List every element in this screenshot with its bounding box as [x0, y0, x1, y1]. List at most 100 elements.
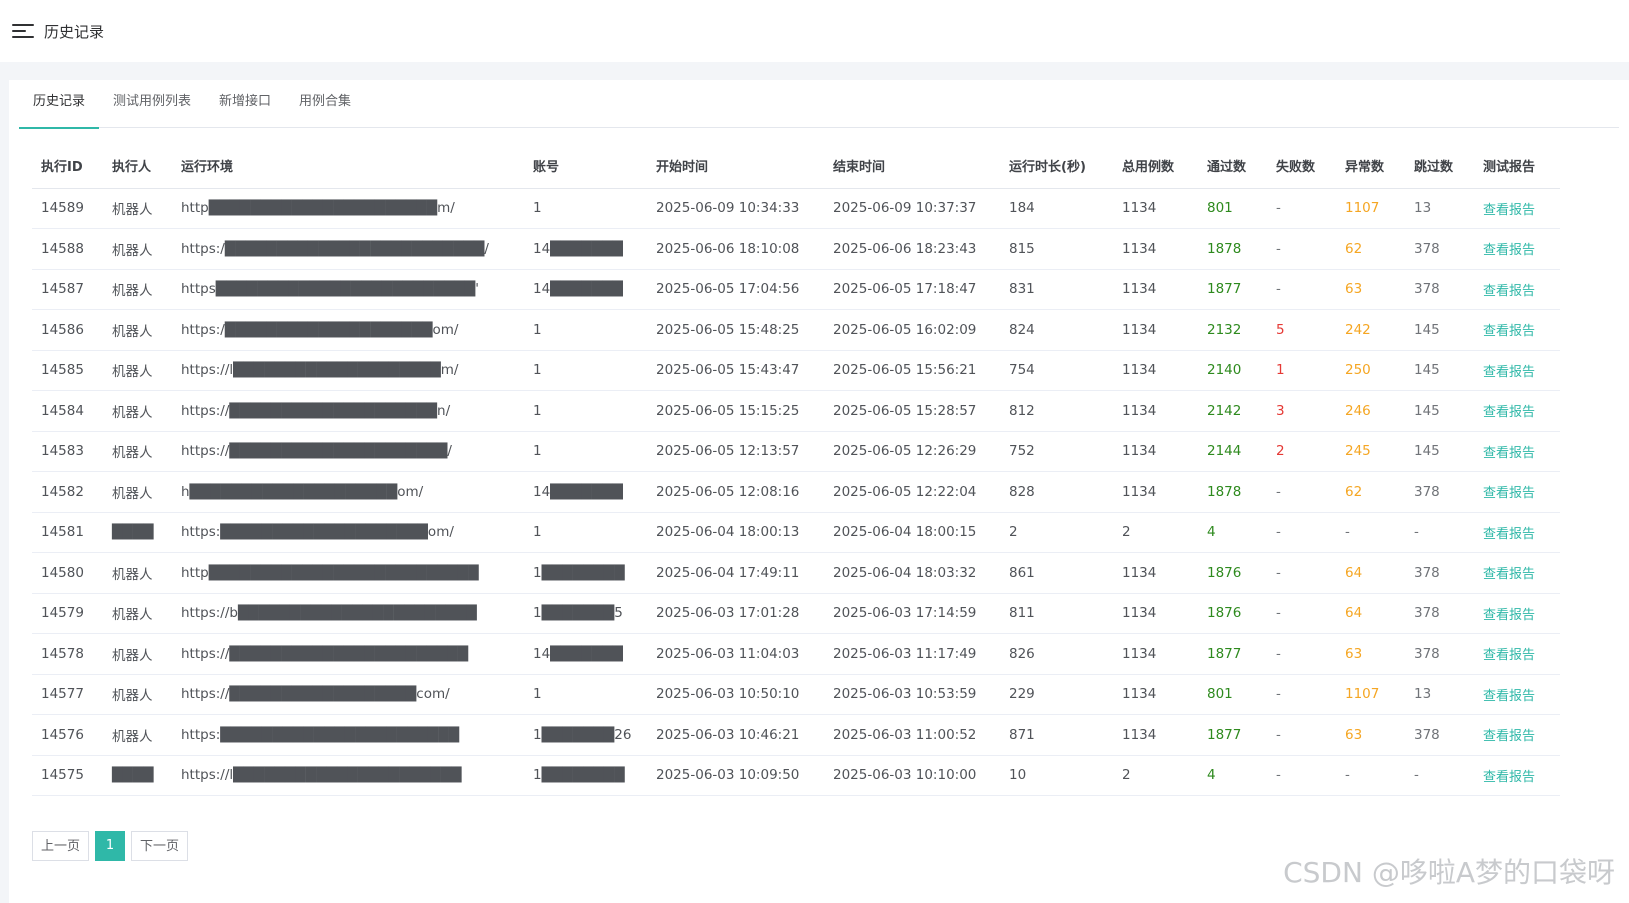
cell-executor: 机器人 [103, 593, 172, 634]
view-report-link[interactable]: 查看报告 [1483, 446, 1535, 461]
cell-error-count: 64 [1336, 593, 1405, 634]
cell-start-time: 2025-06-05 15:48:25 [647, 309, 824, 351]
cell-error-count: 62 [1336, 471, 1405, 513]
cell-error-count: 1107 [1336, 674, 1405, 715]
cell-start-time: 2025-06-03 17:01:28 [647, 593, 824, 634]
cell-start-time: 2025-06-04 17:49:11 [647, 552, 824, 594]
cell-executor: 机器人 [103, 350, 172, 391]
cell-exec-id: 14589 [32, 188, 103, 229]
cell-duration: 831 [1000, 269, 1113, 310]
cell-run-env: https://l████████████████████m/ [172, 350, 524, 391]
cell-start-time: 2025-06-06 18:10:08 [647, 228, 824, 270]
cell-run-env: https://b███████████████████████ [172, 593, 524, 634]
cell-failed-count: - [1267, 755, 1336, 796]
view-report-link[interactable]: 查看报告 [1483, 486, 1535, 501]
cell-account: 1 [524, 512, 647, 553]
cell-end-time: 2025-06-05 12:22:04 [824, 471, 1000, 513]
tab-add-api[interactable]: 新增接口 [205, 80, 285, 128]
view-report-link[interactable]: 查看报告 [1483, 405, 1535, 420]
cell-start-time: 2025-06-03 11:04:03 [647, 633, 824, 675]
cell-report-link: 查看报告 [1474, 188, 1560, 229]
cell-account: 14███████ [524, 269, 647, 310]
cell-exec-id: 14575 [32, 755, 103, 796]
view-report-link[interactable]: 查看报告 [1483, 770, 1535, 785]
cell-executor: ████ [103, 512, 172, 553]
table-row: 14588 机器人 https:/█████████████████████████… [32, 228, 1560, 270]
column-header: 运行环境 [172, 144, 524, 189]
cell-duration: 812 [1000, 390, 1113, 432]
cell-error-count: 245 [1336, 431, 1405, 472]
cell-run-env: https:/████████████████████om/ [172, 309, 524, 351]
cell-duration: 815 [1000, 228, 1113, 270]
cell-skipped-count: 378 [1405, 228, 1474, 270]
cell-run-env: http██████████████████████████ [172, 552, 524, 594]
view-report-link[interactable]: 查看报告 [1483, 608, 1535, 623]
cell-total-cases: 1134 [1113, 431, 1198, 472]
view-report-link[interactable]: 查看报告 [1483, 527, 1535, 542]
column-header: 测试报告 [1474, 144, 1560, 189]
cell-report-link: 查看报告 [1474, 431, 1560, 472]
cell-executor: 机器人 [103, 633, 172, 675]
cell-passed-count: 1876 [1198, 593, 1267, 634]
cell-error-count: 63 [1336, 714, 1405, 756]
next-page-button[interactable]: 下一页 [131, 831, 189, 861]
cell-skipped-count: - [1405, 755, 1474, 796]
cell-end-time: 2025-06-09 10:37:37 [824, 188, 1000, 229]
view-report-link[interactable]: 查看报告 [1483, 203, 1535, 218]
cell-end-time: 2025-06-03 10:53:59 [824, 674, 1000, 715]
column-header: 结束时间 [824, 144, 1000, 189]
tab-case-collection[interactable]: 用例合集 [285, 80, 365, 128]
cell-run-env: h████████████████████om/ [172, 471, 524, 513]
cell-run-env: https:████████████████████om/ [172, 512, 524, 553]
menu-icon[interactable] [12, 23, 34, 39]
view-report-link[interactable]: 查看报告 [1483, 365, 1535, 380]
cell-account: 1 [524, 188, 647, 229]
cell-failed-count: - [1267, 471, 1336, 513]
cell-run-env: https://l██████████████████████ [172, 755, 524, 796]
cell-end-time: 2025-06-05 16:02:09 [824, 309, 1000, 351]
table-row: 14581 ████ https:████████████████████om/1 2… [32, 512, 1560, 553]
cell-account: 1 [524, 674, 647, 715]
tab-history[interactable]: 历史记录 [19, 80, 100, 129]
column-header: 异常数 [1336, 144, 1405, 189]
tab-test-cases[interactable]: 测试用例列表 [99, 80, 205, 128]
cell-report-link: 查看报告 [1474, 228, 1560, 270]
cell-passed-count: 4 [1198, 512, 1267, 553]
column-header: 失败数 [1267, 144, 1336, 189]
cell-exec-id: 14578 [32, 633, 103, 675]
cell-error-count: 64 [1336, 552, 1405, 594]
cell-end-time: 2025-06-04 18:00:15 [824, 512, 1000, 553]
cell-passed-count: 1877 [1198, 714, 1267, 756]
cell-passed-count: 1876 [1198, 552, 1267, 594]
cell-report-link: 查看报告 [1474, 593, 1560, 634]
cell-total-cases: 1134 [1113, 471, 1198, 513]
cell-run-env: https://████████████████████n/ [172, 390, 524, 432]
table-header-row: 执行ID 执行人 运行环境 账号 开始时间 结束时间 运行时长(秒) 总用例数 通过数 失败数 异常… [32, 144, 1560, 189]
view-report-link[interactable]: 查看报告 [1483, 648, 1535, 663]
prev-page-button[interactable]: 上一页 [32, 831, 90, 861]
cell-passed-count: 801 [1198, 188, 1267, 229]
history-table: 执行ID 执行人 运行环境 账号 开始时间 结束时间 运行时长(秒) 总用例数 通过数 失败数 异常… [32, 144, 1560, 796]
view-report-link[interactable]: 查看报告 [1483, 689, 1535, 704]
cell-total-cases: 1134 [1113, 714, 1198, 756]
cell-failed-count: - [1267, 552, 1336, 594]
cell-account: 1 [524, 390, 647, 432]
page-number-current[interactable]: 1 [95, 831, 126, 861]
content-card: 历史记录 测试用例列表 新增接口 用例合集 执行ID 执行人 运行环境 账号 开始时间结… [9, 80, 1629, 903]
cell-duration: 229 [1000, 674, 1113, 715]
cell-error-count: 250 [1336, 350, 1405, 391]
cell-start-time: 2025-06-09 10:34:33 [647, 188, 824, 229]
cell-report-link: 查看报告 [1474, 552, 1560, 594]
watermark: CSDN @哆啦A梦的口袋呀 [1283, 856, 1615, 889]
cell-duration: 828 [1000, 471, 1113, 513]
cell-run-env: https█████████████████████████' [172, 269, 524, 310]
view-report-link[interactable]: 查看报告 [1483, 729, 1535, 744]
cell-account: 14███████ [524, 471, 647, 513]
cell-account: 1████████ [524, 552, 647, 594]
view-report-link[interactable]: 查看报告 [1483, 324, 1535, 339]
view-report-link[interactable]: 查看报告 [1483, 243, 1535, 258]
view-report-link[interactable]: 查看报告 [1483, 567, 1535, 582]
view-report-link[interactable]: 查看报告 [1483, 284, 1535, 299]
table-row: 14576 机器人 https:███████████████████████ 1██… [32, 714, 1560, 756]
cell-failed-count: - [1267, 633, 1336, 675]
